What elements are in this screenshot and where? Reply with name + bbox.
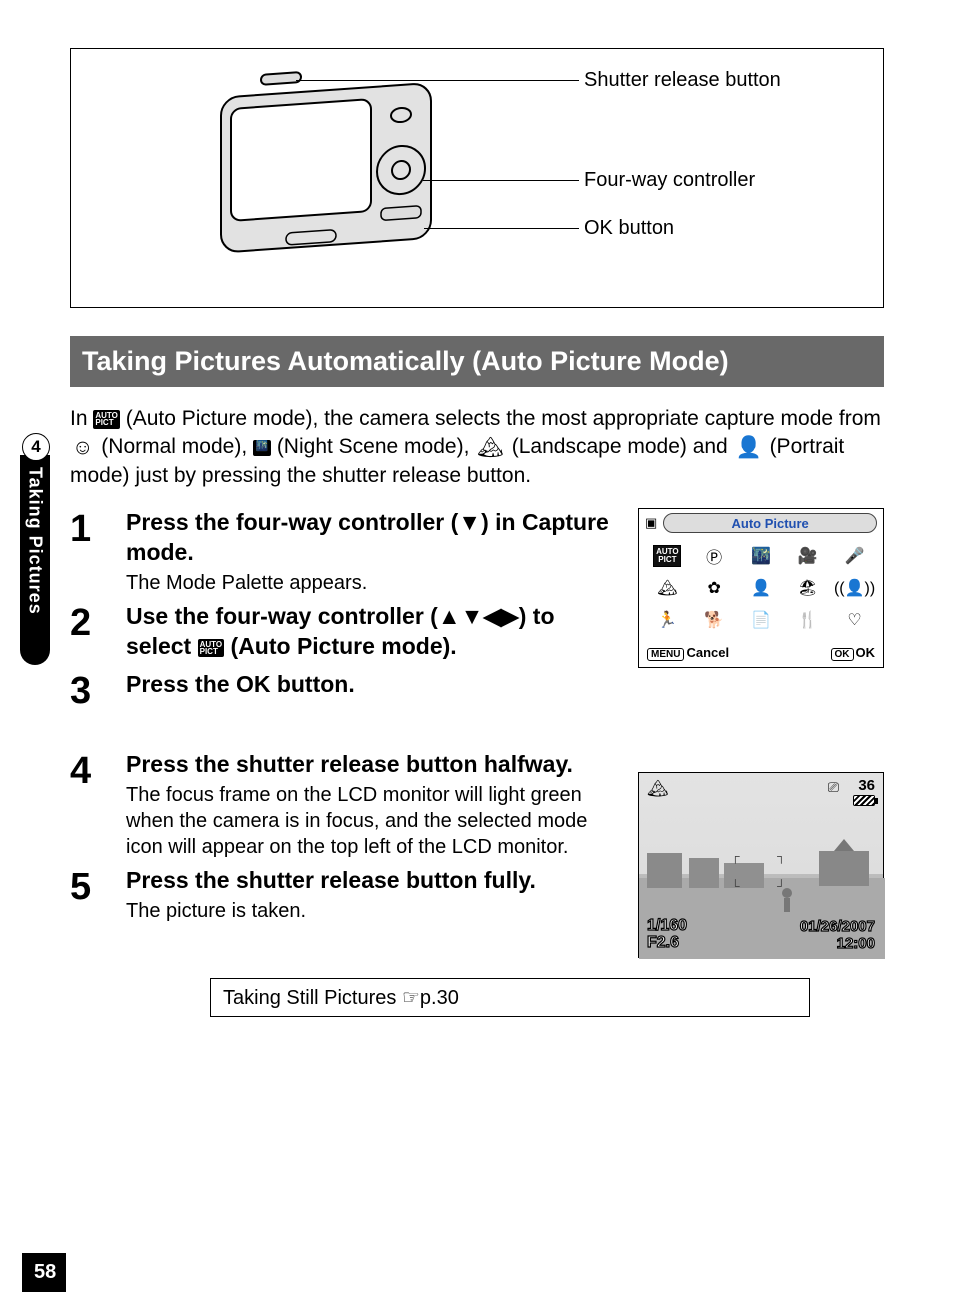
palette-surf-icon: 🏖 [794, 577, 822, 599]
shots-remaining: 36 [858, 777, 875, 794]
memory-icon: ⎚ [828, 779, 839, 796]
palette-text-icon: 📄 [747, 609, 775, 631]
date: 01/26/2007 [800, 918, 875, 935]
intro-paragraph: In AUTOPICT (Auto Picture mode), the cam… [70, 405, 884, 490]
palette-movie-icon: 🎥 [794, 545, 822, 567]
chapter-tab: 4 Taking Pictures [20, 433, 52, 683]
palette-food-icon: 🍴 [794, 609, 822, 631]
auto-pict-icon: AUTOPICT [198, 639, 225, 657]
camera-diagram: Shutter release button Four-way controll… [70, 48, 884, 308]
lcd-preview-screenshot: 🏔 ⎚ 36 ┌ ┐ └ ┘ 1/160 F2.6 01/26/2007 12:… [638, 772, 884, 958]
palette-ok: OKOK [831, 645, 876, 661]
palette-voice-icon: 🎤 [841, 545, 869, 567]
camera-icon: ▣ [645, 515, 657, 531]
step-title: Use the four-way controller (▲▼◀▶) to se… [126, 602, 612, 662]
step-title: Press the shutter release button halfway… [126, 750, 612, 780]
step-number: 3 [70, 670, 126, 710]
step-number: 4 [70, 750, 126, 860]
night-scene-icon: 🌃 [253, 440, 271, 456]
palette-landscape-icon: 🏔 [653, 577, 681, 599]
ok-key-icon: OK [831, 648, 854, 661]
palette-title: Auto Picture [663, 513, 877, 533]
page-number: 58 [22, 1253, 66, 1292]
diagram-label-ok: OK button [584, 217, 674, 240]
palette-program-icon: Ⓟ [700, 545, 728, 567]
palette-flower-icon: ✿ [700, 577, 728, 599]
section-heading: Taking Pictures Automatically (Auto Pict… [70, 336, 884, 387]
step-desc: The focus frame on the LCD monitor will … [126, 782, 612, 860]
palette-cancel: MENUCancel [647, 645, 729, 661]
cross-reference-box: Taking Still Pictures ☞p.30 [210, 978, 810, 1017]
diagram-label-shutter: Shutter release button [584, 69, 781, 92]
palette-auto-pict-icon: AUTOPICT [653, 545, 681, 567]
landscape-icon: 🏔 [477, 434, 504, 462]
camera-illustration [201, 69, 451, 289]
step-4: 4 Press the shutter release button halfw… [70, 750, 612, 860]
step-1: 1 Press the four-way controller (▼) in C… [70, 508, 612, 596]
mode-palette-screenshot: ▣ Auto Picture AUTOPICT Ⓟ 🌃 🎥 🎤 🏔 ✿ 👤 🏖 … [638, 508, 884, 668]
step-title: Press the OK button. [126, 670, 612, 700]
palette-portrait-icon: 👤 [747, 577, 775, 599]
palette-night-icon: 🌃 [747, 545, 775, 567]
palette-pet-icon: 🐕 [700, 609, 728, 631]
step-number: 5 [70, 866, 126, 924]
step-5: 5 Press the shutter release button fully… [70, 866, 612, 924]
palette-frame-icon: ♡ [841, 609, 869, 631]
smile-icon: ☺ [72, 434, 93, 462]
step-number: 1 [70, 508, 126, 596]
step-3: 3 Press the OK button. [70, 670, 612, 710]
step-number: 2 [70, 602, 126, 664]
battery-icon [853, 795, 875, 806]
palette-shake-icon: ((👤)) [841, 577, 869, 599]
auto-pict-icon: AUTOPICT [93, 410, 120, 428]
step-title: Press the four-way controller (▼) in Cap… [126, 508, 612, 568]
menu-key-icon: MENU [647, 648, 684, 661]
palette-sport-icon: 🏃 [653, 609, 681, 631]
shutter-speed: 1/160 [647, 917, 687, 935]
step-2: 2 Use the four-way controller (▲▼◀▶) to … [70, 602, 612, 664]
step-desc: The picture is taken. [126, 898, 612, 924]
step-title: Press the shutter release button fully. [126, 866, 612, 896]
page-ref: ☞p.30 [402, 987, 459, 1009]
aperture: F2.6 [647, 934, 679, 952]
chapter-number-badge: 4 [22, 433, 50, 461]
mode-icon: 🏔 [647, 779, 669, 799]
time: 12:00 [837, 935, 875, 952]
chapter-title: Taking Pictures [25, 467, 46, 615]
diagram-label-fourway: Four-way controller [584, 169, 755, 192]
step-desc: The Mode Palette appears. [126, 570, 612, 596]
portrait-icon: 👤 [736, 434, 762, 462]
